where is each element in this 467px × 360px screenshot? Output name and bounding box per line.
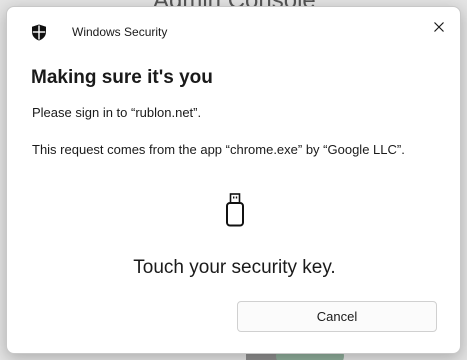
cancel-button[interactable]: Cancel — [237, 301, 437, 332]
usb-security-key-icon — [226, 193, 244, 227]
touch-key-prompt: Touch your security key. — [133, 257, 336, 278]
sign-in-message: Please sign in to “rublon.net”. — [32, 105, 202, 120]
shield-icon — [32, 24, 46, 41]
dialog-title-bar: Windows Security — [7, 7, 460, 51]
dialog-heading: Making sure it's you — [31, 67, 213, 88]
dialog-app-title: Windows Security — [72, 25, 168, 39]
request-origin-message: This request comes from the app “chrome.… — [32, 142, 405, 157]
close-icon — [434, 22, 444, 32]
windows-security-dialog: Windows Security Making sure it's you Pl… — [6, 6, 461, 354]
close-button[interactable] — [427, 15, 451, 39]
